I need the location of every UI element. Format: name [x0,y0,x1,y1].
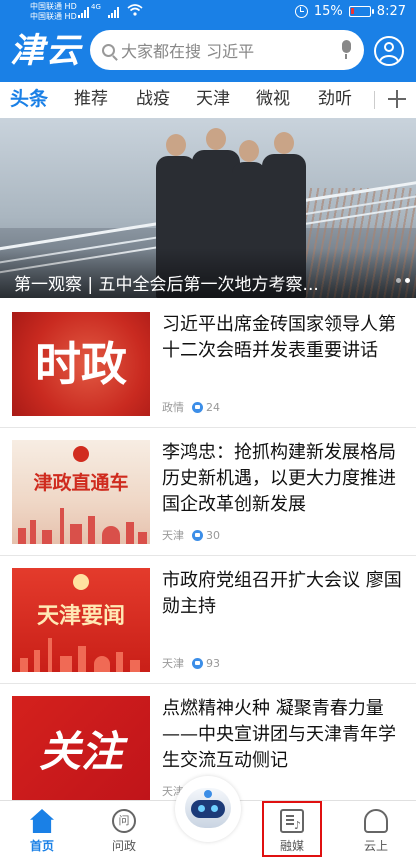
signal-icon [78,6,89,18]
battery-percent: 15% [313,4,343,19]
thumbnail-text: 津政直通车 [33,472,129,494]
user-avatar-icon[interactable] [374,36,404,66]
wifi-icon [127,4,143,16]
carrier-2-tag: HD [64,12,77,21]
news-meta: 天津 30 [162,527,220,543]
status-bar: 中国联通 HD 中国联通 HD 4G 15% 8:27 [0,0,416,26]
skyline-graphic [12,632,150,672]
nav-label: 问政 [111,839,136,853]
news-title: 李鸿忠：抢抓构建新发展格局历史新机遇，以更大力度推进国企改革创新发展 [162,442,396,515]
news-meta: 政情 24 [162,399,220,415]
like-count: 93 [206,656,220,670]
tab-micro-video[interactable]: 微视 [256,82,290,116]
hero-caption: 第一观察 | 五中全会后第一次地方考察... [14,275,319,295]
thumbnail-text: 天津要闻 [36,603,125,629]
thumbnail-text: 关注 [38,727,123,776]
news-source: 天津 [162,529,184,542]
news-source: 政情 [162,401,184,414]
thumbnail-text: 时政 [35,337,127,391]
highlight-box [262,801,322,857]
app-logo: 津云 [10,31,82,71]
emblem-icon [73,446,89,462]
carousel-dots [396,278,410,283]
news-thumbnail: 时政 [12,312,150,416]
tab-recommend[interactable]: 推荐 [74,82,108,116]
news-source: 天津 [162,657,184,670]
tab-epidemic[interactable]: 战疫 [136,82,170,116]
carrier-info: 中国联通 HD 中国联通 HD [30,2,77,22]
add-channel-icon[interactable] [388,90,406,108]
app-header: 中国联通 HD 中国联通 HD 4G 15% 8:27 津云 大家都在搜 习近平 [0,0,416,82]
robot-assistant-button[interactable] [175,776,241,842]
like-icon [192,529,203,541]
tab-divider [374,91,375,109]
news-thumbnail: 津政直通车 [12,440,150,544]
search-placeholder: 大家都在搜 习近平 [121,42,255,61]
nav-label: 云上 [363,839,388,853]
microphone-icon[interactable] [340,40,352,60]
carrier-1: 中国联通 [30,2,62,11]
nav-ask[interactable]: 问 问政 [84,801,164,857]
tab-audio[interactable]: 劲听 [318,82,352,116]
news-item[interactable]: 天津要闻 市政府党组召开扩大会议 廖国勋主持 天津 93 [0,556,416,684]
robot-icon [185,788,231,828]
battery-icon [348,6,374,17]
signal-icon-2 [108,6,119,18]
tab-headlines[interactable]: 头条 [10,82,48,116]
nav-label: 首页 [29,839,54,853]
news-title: 市政府党组召开扩大会议 廖国勋主持 [162,570,402,617]
channel-tabs: 头条 推荐 战疫 天津 微视 劲听 [0,82,416,118]
hero-banner[interactable]: 第一观察 | 五中全会后第一次地方考察... [0,118,416,298]
carrier-2: 中国联通 [30,12,62,21]
alarm-icon [294,5,308,18]
skyline-graphic [12,504,150,544]
search-bar[interactable]: 大家都在搜 习近平 [90,30,364,70]
status-right: 15% 8:27 [294,4,406,19]
ask-icon: 问 [112,809,136,833]
nav-cloud[interactable]: 云上 [336,801,416,857]
network-label: 4G [91,3,101,11]
news-thumbnail: 关注 [12,696,150,800]
home-icon [30,809,54,833]
carrier-1-tag: HD [64,2,77,11]
clock: 8:27 [376,4,406,19]
news-item[interactable]: 津政直通车 李鸿忠：抢抓构建新发展格局历史新机遇，以更大力度推进国企改革创新发展… [0,428,416,556]
news-item[interactable]: 时政 习近平出席金砖国家领导人第十二次会晤并发表重要讲话 政情 24 [0,300,416,428]
tab-tianjin[interactable]: 天津 [196,82,230,116]
like-count: 24 [206,400,220,414]
like-count: 30 [206,528,220,542]
news-meta: 天津 93 [162,655,220,671]
cloud-icon [364,809,388,833]
news-title: 习近平出席金砖国家领导人第十二次会晤并发表重要讲话 [162,314,396,361]
like-icon [192,401,203,413]
search-icon [102,43,115,57]
news-title: 点燃精神火种 凝聚青春力量——中央宣讲团与天津青年学生交流互动侧记 [162,698,396,771]
news-thumbnail: 天津要闻 [12,568,150,672]
nav-home[interactable]: 首页 [2,801,82,857]
like-icon [192,657,203,669]
emblem-icon [73,574,89,590]
